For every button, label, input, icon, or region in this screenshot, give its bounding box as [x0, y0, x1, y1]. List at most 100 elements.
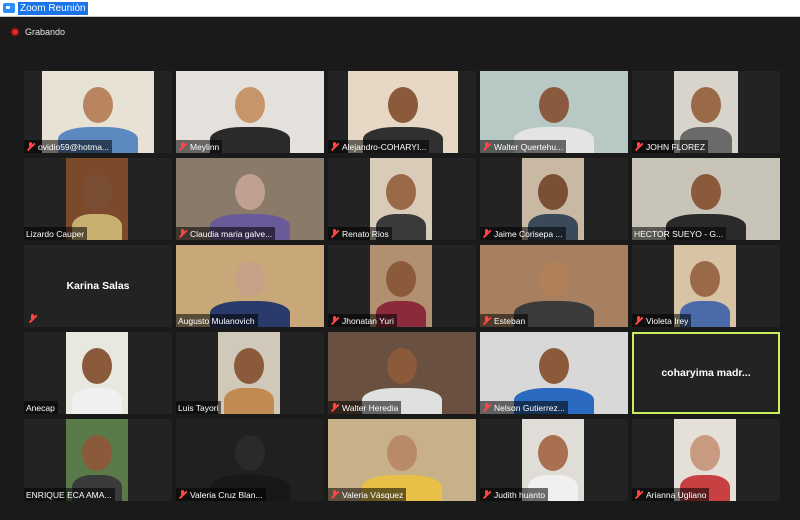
participant-name-label: Arianna Ugliano [632, 488, 710, 501]
participant-tile[interactable]: Claudia maria galve... [176, 158, 324, 240]
participant-face [82, 348, 112, 384]
participant-name-label: Nelson Gutierrez... [480, 401, 568, 414]
participant-tile[interactable]: Jaime Corisepa ... [480, 158, 628, 240]
participant-name: Claudia maria galve... [190, 228, 273, 239]
participant-face [82, 435, 112, 471]
participant-tile[interactable]: Judith huanto [480, 419, 628, 501]
participant-face [235, 435, 265, 471]
participant-name: ENRIQUE ECA AMA... [26, 489, 112, 500]
participant-tile[interactable]: Arianna Ugliano [632, 419, 780, 501]
recording-indicator[interactable]: Grabando [10, 27, 65, 37]
participant-tile[interactable]: Nelson Gutierrez... [480, 332, 628, 414]
participant-tile[interactable]: coharyima madr... [632, 332, 780, 414]
participant-display-name: Karina Salas [66, 280, 130, 292]
participant-tile[interactable]: Valeria Vásquez [328, 419, 476, 501]
muted-mic-icon [634, 316, 643, 325]
participant-name-label: Jhonatan Yuri [328, 314, 397, 327]
muted-mic-icon [178, 229, 187, 238]
muted-mic-icon [634, 490, 643, 499]
participant-tile[interactable]: Anecap [24, 332, 172, 414]
participant-name: Anecap [26, 402, 55, 413]
participant-tile[interactable]: Renato Rios [328, 158, 476, 240]
participant-face [691, 174, 721, 210]
participant-tile[interactable]: JOHN FLOREZ [632, 71, 780, 153]
participant-face [83, 87, 113, 123]
participant-tile[interactable]: Jhonatan Yuri [328, 245, 476, 327]
muted-mic-icon [482, 142, 491, 151]
participant-name: Jaime Corisepa ... [494, 228, 563, 239]
participant-face [235, 174, 265, 210]
muted-mic-icon [178, 142, 187, 151]
muted-mic-icon [28, 314, 37, 323]
record-icon [10, 27, 20, 37]
participant-tile[interactable]: ENRIQUE ECA AMA... [24, 419, 172, 501]
participant-face [538, 435, 568, 471]
participant-name-label: Luis Tayori [176, 401, 222, 414]
participant-name: Nelson Gutierrez... [494, 402, 565, 413]
participant-name-label: Valeria Cruz Blan... [176, 488, 266, 501]
participant-name: ovidio59@hotma... [38, 141, 110, 152]
meeting-area: Grabando ovidio59@hotma... Meylinn Alejand… [0, 18, 800, 520]
participant-name: Valeria Vásquez [342, 489, 404, 500]
window-titlebar[interactable]: Zoom Reunión [0, 0, 800, 17]
participant-face [691, 87, 721, 123]
participant-face [235, 261, 265, 297]
participant-face [387, 435, 417, 471]
participant-display-name: coharyima madr... [661, 367, 751, 379]
participant-name-label: Claudia maria galve... [176, 227, 276, 240]
muted-mic-icon [330, 142, 339, 151]
participant-name: Arianna Ugliano [646, 489, 707, 500]
participant-face [388, 87, 418, 123]
participant-tile[interactable]: HECTOR SUEYO - G... [632, 158, 780, 240]
participant-tile[interactable]: Meylinn [176, 71, 324, 153]
participant-name-label: Violeta Irey [632, 314, 692, 327]
participant-face [82, 174, 112, 210]
participant-name: Judith huanto [494, 489, 546, 500]
participant-tile[interactable]: Alejandro-COHARYI... [328, 71, 476, 153]
muted-mic-icon [482, 316, 491, 325]
participant-tile[interactable]: Esteban [480, 245, 628, 327]
participant-tile[interactable]: Violeta Irey [632, 245, 780, 327]
muted-mic-icon [482, 229, 491, 238]
participant-name: Esteban [494, 315, 526, 326]
participant-name-label: ENRIQUE ECA AMA... [24, 488, 115, 501]
participant-name-label: Lizardo Cauper [24, 227, 88, 240]
participant-video [66, 332, 128, 414]
zoom-camera-icon [3, 3, 15, 13]
participant-name-label: Walter Quertehu... [480, 140, 567, 153]
participant-name-label: Alejandro-COHARYI... [328, 140, 430, 153]
participant-tile[interactable]: Walter Heredia [328, 332, 476, 414]
participant-name: Luis Tayori [178, 402, 219, 413]
participant-name: Valeria Cruz Blan... [190, 489, 263, 500]
participant-face [235, 87, 265, 123]
participant-name-label: Judith huanto [480, 488, 549, 501]
participant-face [386, 261, 416, 297]
participant-tile[interactable]: Lizardo Cauper [24, 158, 172, 240]
participant-name-label: Jaime Corisepa ... [480, 227, 566, 240]
participant-face [538, 174, 568, 210]
window-title: Zoom Reunión [18, 1, 88, 15]
muted-mic-icon [330, 403, 339, 412]
participant-name: Meylinn [190, 141, 220, 152]
participant-tile[interactable]: ovidio59@hotma... [24, 71, 172, 153]
participant-name-label: JOHN FLOREZ [632, 140, 709, 153]
participant-name-label: Augusto Mulanovich [176, 314, 258, 327]
participant-shoulders [72, 388, 122, 414]
participant-tile[interactable]: Karina Salas [24, 245, 172, 327]
muted-mic-icon [482, 403, 491, 412]
participant-name: Violeta Irey [646, 315, 689, 326]
participant-name: Walter Heredia [342, 402, 399, 413]
participant-name: Lizardo Cauper [26, 228, 85, 239]
participant-face [539, 348, 569, 384]
muted-mic-icon [330, 316, 339, 325]
participant-name: HECTOR SUEYO - G... [634, 228, 724, 239]
participant-tile[interactable]: Valeria Cruz Blan... [176, 419, 324, 501]
participant-name: Renato Rios [342, 228, 389, 239]
participant-tile[interactable]: Augusto Mulanovich [176, 245, 324, 327]
participant-face [234, 348, 264, 384]
gallery-grid: ovidio59@hotma... Meylinn Alejandro-COHARY… [24, 71, 780, 503]
participant-tile[interactable]: Walter Quertehu... [480, 71, 628, 153]
participant-name-label: Walter Heredia [328, 401, 402, 414]
participant-tile[interactable]: Luis Tayori [176, 332, 324, 414]
participant-name-label: Renato Rios [328, 227, 392, 240]
